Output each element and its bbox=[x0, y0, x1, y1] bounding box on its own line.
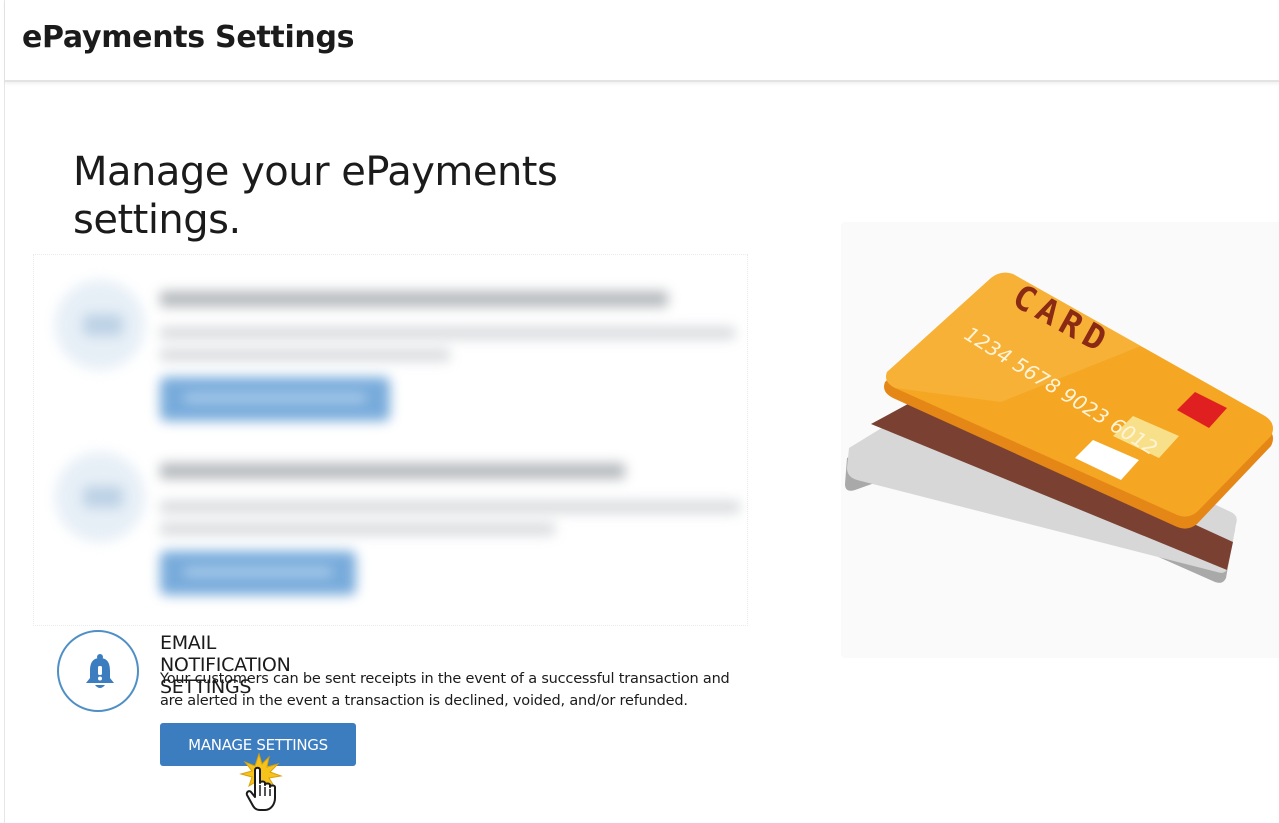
intro-heading-line1: Manage your ePayments bbox=[73, 149, 558, 195]
blurred-content bbox=[34, 255, 747, 625]
blurred-text bbox=[160, 523, 555, 535]
settings-page: ePayments Settings Manage your ePayments… bbox=[4, 0, 1279, 823]
blurred-settings-sections bbox=[33, 254, 748, 626]
intro-heading-line2: settings. bbox=[73, 197, 241, 243]
blurred-text bbox=[160, 327, 735, 339]
description-line2: are alerted in the event a transaction i… bbox=[160, 693, 688, 709]
credit-card-icon: CARD 1234 5678 9023 6012 bbox=[845, 272, 1273, 583]
blurred-button bbox=[160, 377, 390, 421]
blurred-button bbox=[160, 551, 356, 595]
email-notification-description: Your customers can be sent receipts in t… bbox=[160, 668, 760, 712]
blurred-heading bbox=[160, 463, 625, 479]
intro-heading: Manage your ePayments settings. bbox=[73, 148, 633, 244]
credit-card-illustration: CARD 1234 5678 9023 6012 bbox=[841, 222, 1279, 658]
blurred-text bbox=[160, 501, 740, 513]
blurred-text bbox=[160, 349, 450, 361]
page-title: ePayments Settings bbox=[22, 20, 355, 55]
description-line1: Your customers can be sent receipts in t… bbox=[160, 671, 730, 687]
notification-icon-circle bbox=[57, 630, 139, 712]
blurred-heading bbox=[160, 291, 668, 307]
blurred-section-icon bbox=[54, 279, 146, 371]
page-header: ePayments Settings bbox=[5, 0, 1279, 82]
blurred-section-icon bbox=[54, 451, 146, 543]
click-cursor-icon bbox=[231, 752, 285, 819]
